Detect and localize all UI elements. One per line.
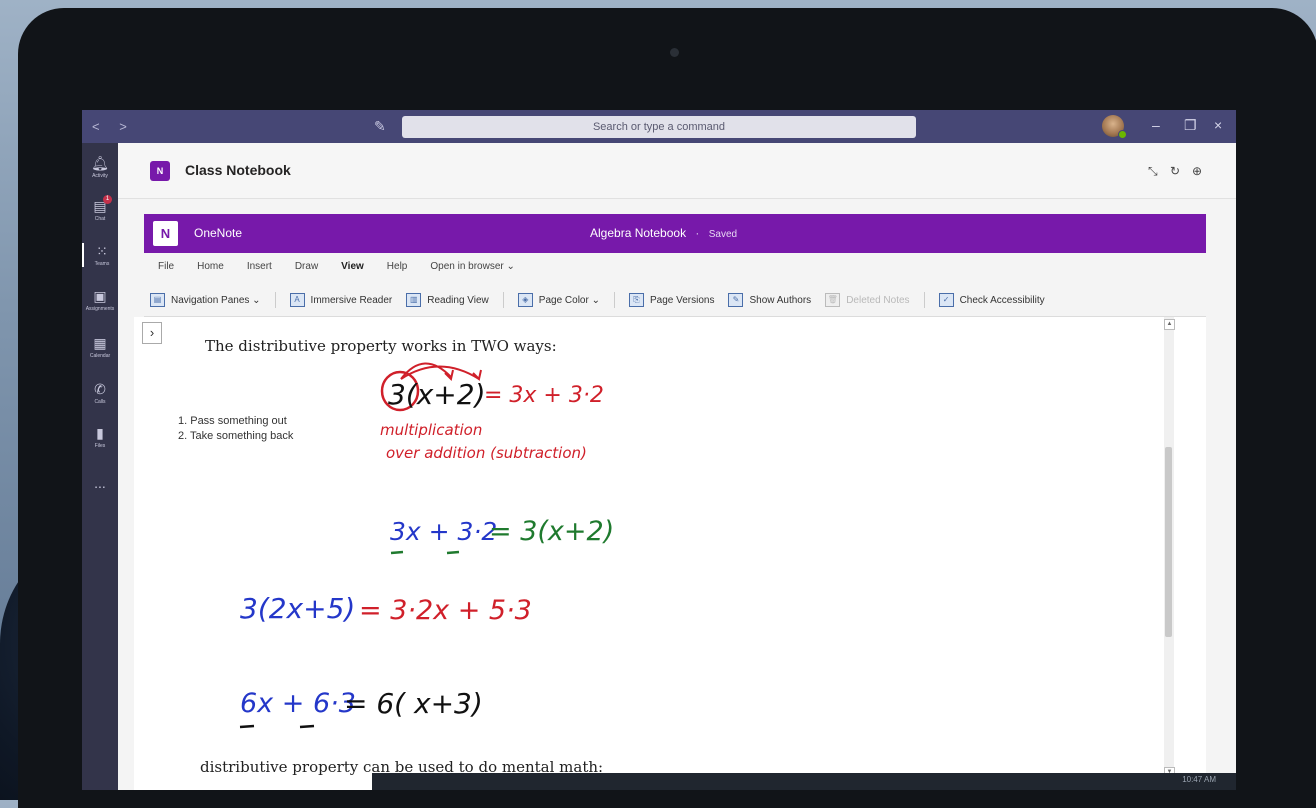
ink-equation-1-right: = 3x + 3·2 bbox=[484, 383, 604, 408]
immersive-reader-icon: A bbox=[289, 293, 305, 307]
rail-item-teams[interactable]: ⁙ Teams bbox=[82, 243, 120, 267]
phone-icon: ✆ bbox=[94, 381, 106, 397]
ribbon-divider bbox=[274, 292, 276, 308]
expand-navigation-button[interactable]: › bbox=[142, 322, 162, 344]
minimize-icon[interactable]: – bbox=[1152, 117, 1160, 133]
search-input[interactable]: Search or type a command bbox=[402, 116, 916, 138]
notebook-page[interactable]: › The distributive property works in TWO… bbox=[134, 317, 1206, 790]
view-ribbon: ▤ Navigation Panes ⌄ A Immersive Reader … bbox=[150, 289, 1059, 311]
restore-icon[interactable]: ❐ bbox=[1184, 117, 1197, 134]
teams-icon: ⁙ bbox=[96, 243, 108, 259]
page-scrollbar[interactable]: ▲ ▼ bbox=[1164, 317, 1175, 790]
webcam bbox=[670, 48, 679, 57]
tab-help[interactable]: Help bbox=[387, 261, 408, 272]
scroll-up-icon[interactable]: ▲ bbox=[1164, 319, 1175, 330]
bell-icon: 🔔︎ bbox=[91, 155, 109, 171]
globe-icon[interactable]: ⊕ bbox=[1192, 164, 1202, 178]
ribbon-tabs: File Home Insert Draw View Help Open in … bbox=[158, 261, 538, 272]
navigation-panes-button[interactable]: ▤ Navigation Panes ⌄ bbox=[150, 293, 261, 307]
rail-item-calls[interactable]: ✆ Calls bbox=[82, 381, 118, 405]
calendar-icon: ▦ bbox=[93, 335, 107, 351]
numbered-list: 1. Pass something out 2. Take something … bbox=[178, 414, 293, 444]
document-title: Algebra Notebook · Saved bbox=[590, 226, 738, 240]
ink-underline-marks bbox=[390, 550, 460, 555]
onenote-header: N OneNote Algebra Notebook · Saved bbox=[144, 214, 1206, 253]
ink-equation-3-right: = 3·2x + 5·3 bbox=[359, 595, 532, 626]
navigation-panes-icon: ▤ bbox=[150, 293, 165, 307]
ribbon-divider bbox=[923, 292, 925, 308]
open-in-browser-menu[interactable]: Open in browser ⌄ bbox=[430, 261, 515, 272]
show-authors-button[interactable]: ✎ Show Authors bbox=[728, 293, 811, 307]
rail-item-assignments[interactable]: ▣ Assignments bbox=[82, 288, 118, 312]
reading-view-icon: ▥ bbox=[406, 293, 422, 307]
ink-note-line-1: multiplication bbox=[380, 421, 483, 439]
tab-draw[interactable]: Draw bbox=[295, 261, 318, 272]
ribbon-divider bbox=[613, 292, 615, 308]
taskbar-clock: 10:47 AM bbox=[1182, 775, 1216, 784]
close-icon[interactable]: × bbox=[1214, 117, 1222, 133]
check-accessibility-icon: ✓ bbox=[938, 293, 954, 307]
collapse-icon[interactable]: ⤡ bbox=[1148, 164, 1158, 179]
list-item: 2. Take something back bbox=[178, 430, 294, 442]
chat-icon: ▤ bbox=[93, 198, 107, 214]
ribbon-divider bbox=[502, 292, 504, 308]
document-name[interactable]: Algebra Notebook bbox=[590, 226, 686, 240]
ink-underline-marks bbox=[239, 724, 315, 729]
onenote-app-name: OneNote bbox=[194, 226, 243, 240]
rail-item-calendar[interactable]: ▦ Calendar bbox=[82, 335, 118, 359]
page-versions-icon: ⎘ bbox=[628, 293, 644, 307]
teams-title-bar: < > ✎ Search or type a command – ❐ × bbox=[82, 110, 1236, 143]
scrollbar-thumb[interactable] bbox=[1165, 447, 1172, 637]
onenote-logo-icon: N bbox=[153, 221, 178, 246]
tab-file[interactable]: File bbox=[158, 261, 174, 272]
reading-view-button[interactable]: ▥ Reading View bbox=[406, 293, 489, 307]
show-authors-icon: ✎ bbox=[728, 293, 744, 307]
immersive-reader-button[interactable]: A Immersive Reader bbox=[289, 293, 392, 307]
tab-view[interactable]: View bbox=[341, 261, 364, 272]
rail-item-chat[interactable]: ▤ 1 Chat bbox=[82, 195, 118, 222]
file-icon: ▮ bbox=[96, 425, 104, 441]
rail-item-more[interactable]: ... bbox=[82, 475, 118, 491]
ink-equation-2-left: 3x + 3·2 bbox=[390, 517, 498, 546]
save-status: Saved bbox=[708, 229, 738, 240]
compose-icon[interactable]: ✎ bbox=[374, 118, 386, 135]
app-header: N Class Notebook ⤡ ↻ ⊕ bbox=[118, 143, 1236, 199]
more-icon: ... bbox=[94, 475, 106, 491]
ink-equation-2-right: = 3(x+2) bbox=[489, 516, 615, 547]
os-taskbar: 10:47 AM bbox=[372, 773, 1236, 790]
page-versions-button[interactable]: ⎘ Page Versions bbox=[628, 293, 714, 307]
screen: < > ✎ Search or type a command – ❐ × 🔔︎ … bbox=[82, 110, 1236, 790]
notification-badge: 1 bbox=[103, 195, 112, 204]
ink-equation-1-left: 3(x+2) bbox=[388, 378, 486, 411]
page-title: Class Notebook bbox=[185, 162, 291, 178]
back-forward-arrows[interactable]: < > bbox=[92, 119, 135, 134]
teams-app-rail: 🔔︎ Activity ▤ 1 Chat ⁙ Teams ▣ Assignmen… bbox=[82, 143, 118, 790]
page-color-icon: ◈ bbox=[517, 293, 533, 307]
tab-insert[interactable]: Insert bbox=[247, 261, 272, 272]
list-item: 1. Pass something out bbox=[178, 415, 287, 427]
deleted-notes-button: 🗑︎ Deleted Notes bbox=[825, 293, 910, 307]
check-accessibility-button[interactable]: ✓ Check Accessibility bbox=[938, 293, 1045, 307]
deleted-notes-icon: 🗑︎ bbox=[825, 293, 841, 307]
page-color-button[interactable]: ◈ Page Color ⌄ bbox=[517, 293, 600, 307]
rail-item-files[interactable]: ▮ Files bbox=[82, 425, 118, 449]
presence-status-icon bbox=[1118, 130, 1127, 139]
rail-item-activity[interactable]: 🔔︎ Activity bbox=[82, 155, 118, 179]
ink-equation-4-right: = 6( x+3) bbox=[344, 687, 483, 720]
tab-home[interactable]: Home bbox=[197, 261, 224, 272]
refresh-icon[interactable]: ↻ bbox=[1170, 164, 1180, 178]
ink-note-line-2: over addition (subtraction) bbox=[386, 444, 587, 462]
ink-equation-4-left: 6x + 6·3 bbox=[240, 688, 356, 719]
ink-equation-3-left: 3(2x+5) bbox=[240, 592, 356, 625]
class-notebook-icon: N bbox=[150, 161, 170, 181]
assignments-icon: ▣ bbox=[93, 288, 107, 304]
